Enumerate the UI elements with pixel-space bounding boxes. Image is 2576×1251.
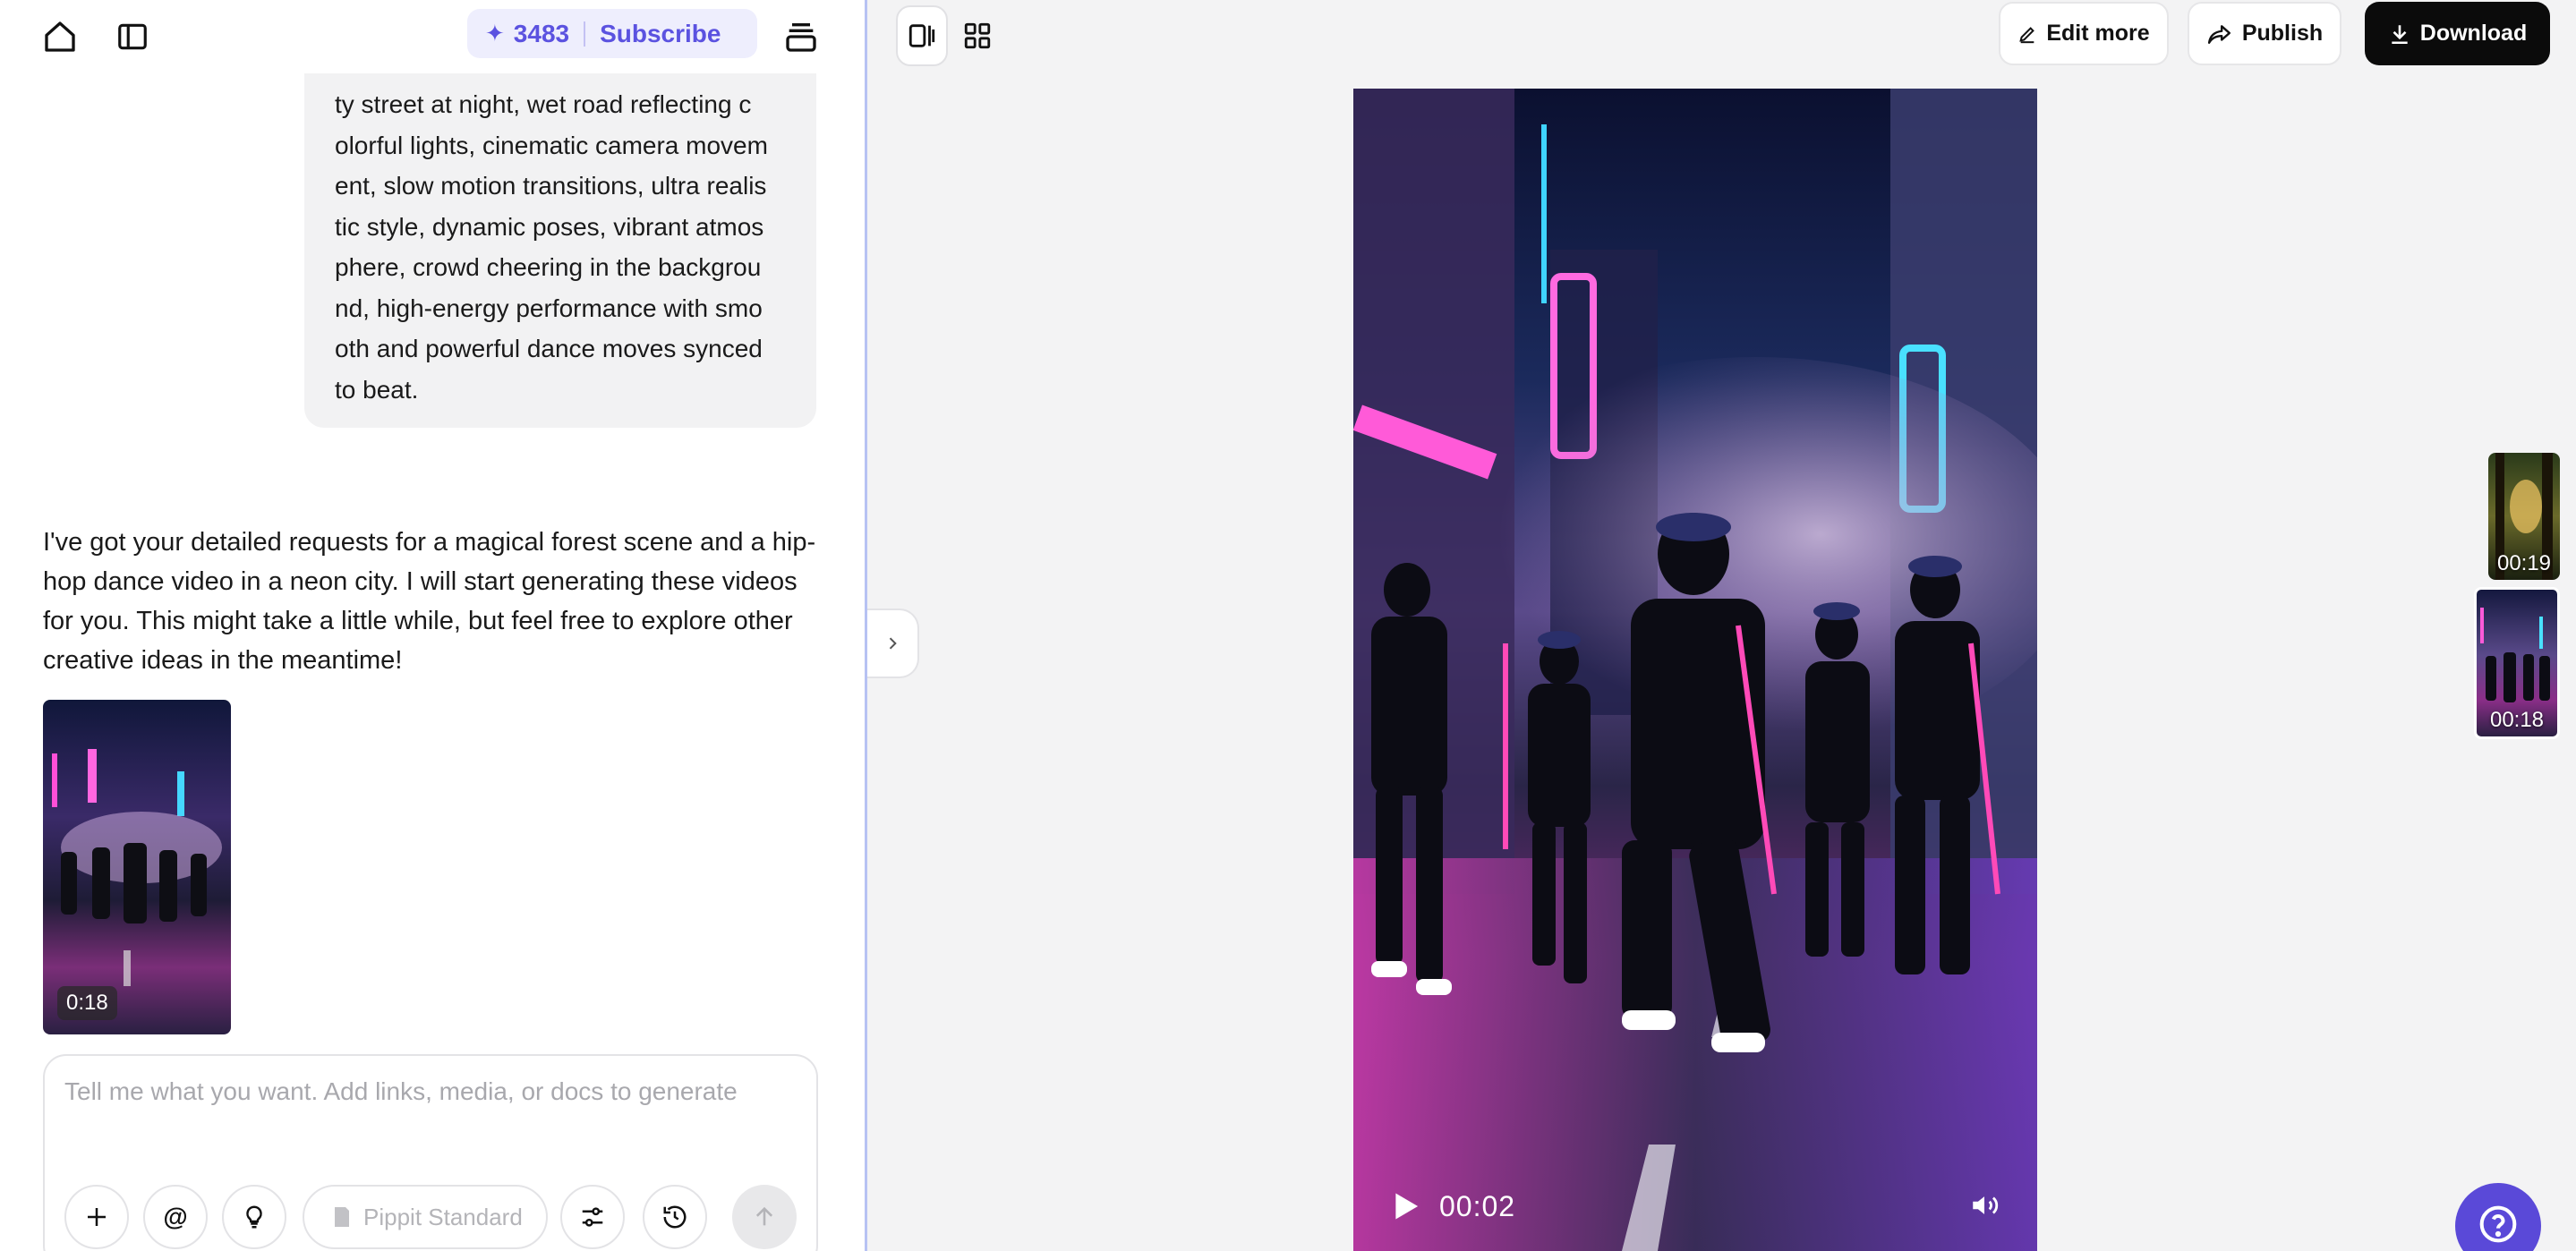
user-message-bubble: ty street at night, wet road reflecting … [304,73,816,428]
sidebar-icon [118,23,147,50]
model-selector[interactable]: Pippit Standard [303,1185,548,1249]
chevron-right-icon [889,637,897,650]
publish-button[interactable]: Publish [2188,2,2341,65]
credits-count: 3483 [513,19,570,47]
layers-button[interactable] [780,16,822,57]
pill-divider [584,21,586,47]
plus-icon [88,1208,106,1226]
add-attachment-button[interactable] [64,1185,129,1249]
settings-button[interactable] [560,1185,625,1249]
neon-dance-video-frame [1353,89,2037,1251]
toggle-sidebar-button[interactable] [112,16,153,57]
download-label: Download [2419,21,2528,46]
sliders-icon [582,1207,603,1227]
grid-icon [964,22,991,49]
history-button[interactable] [643,1185,707,1249]
lightbulb-icon [246,1205,262,1229]
help-button[interactable] [2455,1183,2541,1251]
at-sign-icon: @ [163,1203,188,1230]
generated-video-thumbnail[interactable]: 0:18 [43,700,231,1034]
prompt-input[interactable] [64,1077,798,1106]
arrow-up-icon [755,1206,773,1226]
download-button[interactable]: Download [2365,2,2550,65]
preview-panel: Edit more Publish Download 00:02 00:19 0… [867,0,2576,1251]
pencil-icon [2019,26,2035,43]
expand-panel-button[interactable] [867,608,919,678]
video-duration-badge: 00:19 [2496,551,2552,575]
panel-view-icon [908,24,935,47]
video-list-item-selected[interactable]: 00:18 [2474,587,2560,739]
home-button[interactable] [39,16,81,57]
credits-subscribe-pill[interactable]: ✦ 3483 Subscribe [467,9,757,58]
dance-scene-image [43,700,231,1034]
edit-more-label: Edit more [2046,21,2150,46]
subscribe-button[interactable]: Subscribe [600,20,721,48]
share-arrow-icon [2207,24,2231,44]
mention-button[interactable]: @ [143,1185,208,1249]
model-label: Pippit Standard [363,1203,523,1230]
video-duration-badge: 0:18 [57,986,117,1020]
edit-more-button[interactable]: Edit more [1999,2,2169,65]
publish-label: Publish [2241,21,2324,46]
user-message-text: ty street at night, wet road reflecting … [335,90,768,404]
sparkle-icon: ✦ [485,20,505,47]
history-icon [663,1205,687,1229]
stack-icon [786,23,816,52]
video-duration-badge: 00:18 [2489,708,2545,732]
model-icon [335,1207,349,1227]
current-time: 00:02 [1439,1189,1516,1222]
video-list-item[interactable]: 00:19 [2488,453,2560,580]
assistant-message: I've got your detailed requests for a ma… [43,528,816,675]
prompt-composer: @ Pippit Standard [43,1054,818,1251]
player-controls: 00:02 [1353,1162,2037,1251]
single-view-button[interactable] [896,5,949,66]
send-button[interactable] [732,1185,797,1249]
play-icon[interactable] [1393,1192,1420,1221]
view-toggle [896,5,1003,66]
download-icon [2392,24,2408,44]
ideas-button[interactable] [222,1185,286,1249]
question-mark-icon [2479,1205,2517,1243]
home-icon [45,21,75,52]
volume-icon[interactable] [1969,1190,2000,1221]
video-player[interactable]: 00:02 [1353,89,2037,1251]
chat-panel: ✦ 3483 Subscribe ty street at night, wet… [0,0,865,1251]
grid-view-button[interactable] [951,5,1003,66]
